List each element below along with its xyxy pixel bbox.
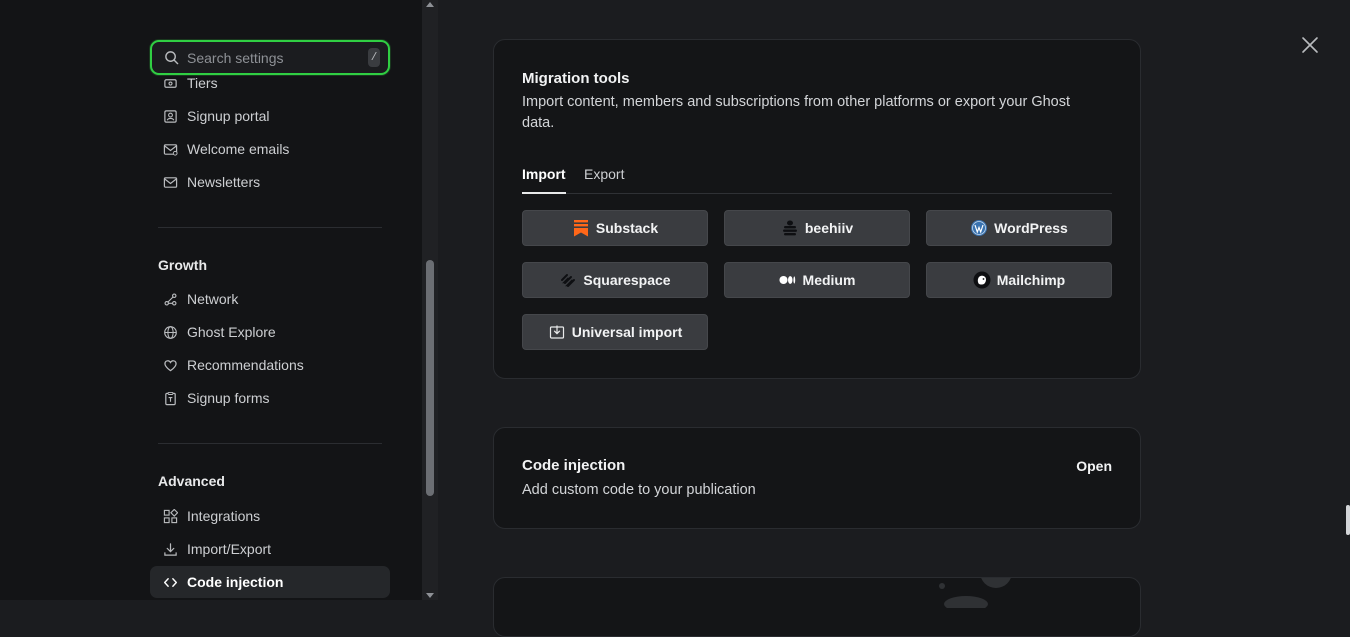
next-settings-card [493,577,1141,637]
search-shortcut-hint: / [368,48,380,67]
migration-description: Import content, members and subscription… [522,94,1071,131]
scroll-up-arrow[interactable] [426,2,434,7]
form-icon [162,390,178,406]
sidebar-item-network[interactable]: Network [150,283,390,315]
sidebar-item-label: Network [187,291,239,307]
sidebar-item-label: Import/Export [187,541,272,557]
migration-title: Migration tools [522,70,630,87]
sidebar-scrollbar[interactable] [422,0,438,600]
substack-icon [572,219,590,237]
code-injection-card: Code injection Add custom code to your p… [493,427,1141,529]
beehiiv-icon [781,219,799,237]
sidebar-group-title-growth: Growth [158,257,207,273]
integrations-icon [162,508,178,524]
globe-icon [162,324,178,340]
tiers-icon [162,75,178,91]
tab-export[interactable]: Export [584,166,624,194]
sidebar-item-label: Welcome emails [187,141,290,157]
tab-import[interactable]: Import [522,166,566,194]
scroll-down-arrow[interactable] [426,593,434,598]
mailchimp-import-button[interactable]: Mailchimp [926,262,1112,298]
portal-icon [162,108,178,124]
close-icon [1302,37,1318,53]
migration-tools-card: Migration tools Import content, members … [493,39,1141,379]
download-icon [162,541,178,557]
scroll-thumb[interactable] [426,260,434,496]
wordpress-import-button[interactable]: WordPress [926,210,1112,246]
sidebar-divider [158,443,382,444]
sidebar-item-import-export[interactable]: Import/Export [150,533,390,565]
import-button-label: Universal import [571,324,683,340]
sidebar-item-recommendations[interactable]: Recommendations [150,349,390,381]
sidebar-item-label: Newsletters [187,174,261,190]
code-injection-title: Code injection [522,457,626,474]
substack-import-button[interactable]: Substack [522,210,708,246]
universal-import-button[interactable]: Universal import [522,314,708,350]
import-button-label: Substack [595,220,659,236]
sidebar-item-label: Recommendations [187,357,304,373]
migration-tabs: Import Export [522,166,1112,194]
mail-icon [162,174,178,190]
wordpress-icon [970,219,988,237]
sidebar-item-welcome-emails[interactable]: Welcome emails [150,133,390,165]
import-button-label: Mailchimp [996,272,1066,288]
sidebar-item-label: Signup portal [187,108,270,124]
beehiiv-import-button[interactable]: beehiiv [724,210,910,246]
sidebar-item-ghost-explore[interactable]: Ghost Explore [150,316,390,348]
close-settings-button[interactable] [1300,35,1320,55]
medium-import-button[interactable]: Medium [724,262,910,298]
illustration-fragment [939,578,1011,608]
search-input[interactable] [187,49,368,66]
sidebar-item-newsletters[interactable]: Newsletters [150,166,390,198]
sidebar-item-signup-forms[interactable]: Signup forms [150,382,390,414]
settings-sidebar: / Tiers Signup portal Welcome emails New… [0,0,422,600]
sidebar-item-label: Integrations [187,508,261,524]
sidebar-group-title-advanced: Advanced [158,473,225,489]
import-button-label: beehiiv [804,220,854,236]
sidebar-item-integrations[interactable]: Integrations [150,500,390,532]
page-scroll-indicator [1346,505,1350,535]
sidebar-divider [158,227,382,228]
network-icon [162,291,178,307]
search-icon [165,51,179,65]
sidebar-item-label: Tiers [187,75,218,91]
squarespace-icon [559,271,577,289]
import-button-label: Squarespace [583,272,671,288]
heart-icon [162,357,178,373]
code-icon [162,574,178,590]
mailchimp-icon [973,271,991,289]
sidebar-item-label: Ghost Explore [187,324,276,340]
squarespace-import-button[interactable]: Squarespace [522,262,708,298]
import-icon [548,323,566,341]
code-injection-description: Add custom code to your publication [522,482,756,498]
import-button-label: WordPress [994,220,1068,236]
sidebar-item-code-injection[interactable]: Code injection [150,566,390,598]
sidebar-item-signup-portal[interactable]: Signup portal [150,100,390,132]
code-injection-open-button[interactable]: Open [1076,458,1112,474]
search-box[interactable]: / [150,40,390,75]
medium-icon [778,271,797,289]
sidebar-item-label: Code injection [187,574,284,590]
import-button-label: Medium [802,272,856,288]
welcome-email-icon [162,141,178,157]
sidebar-item-label: Signup forms [187,390,270,406]
